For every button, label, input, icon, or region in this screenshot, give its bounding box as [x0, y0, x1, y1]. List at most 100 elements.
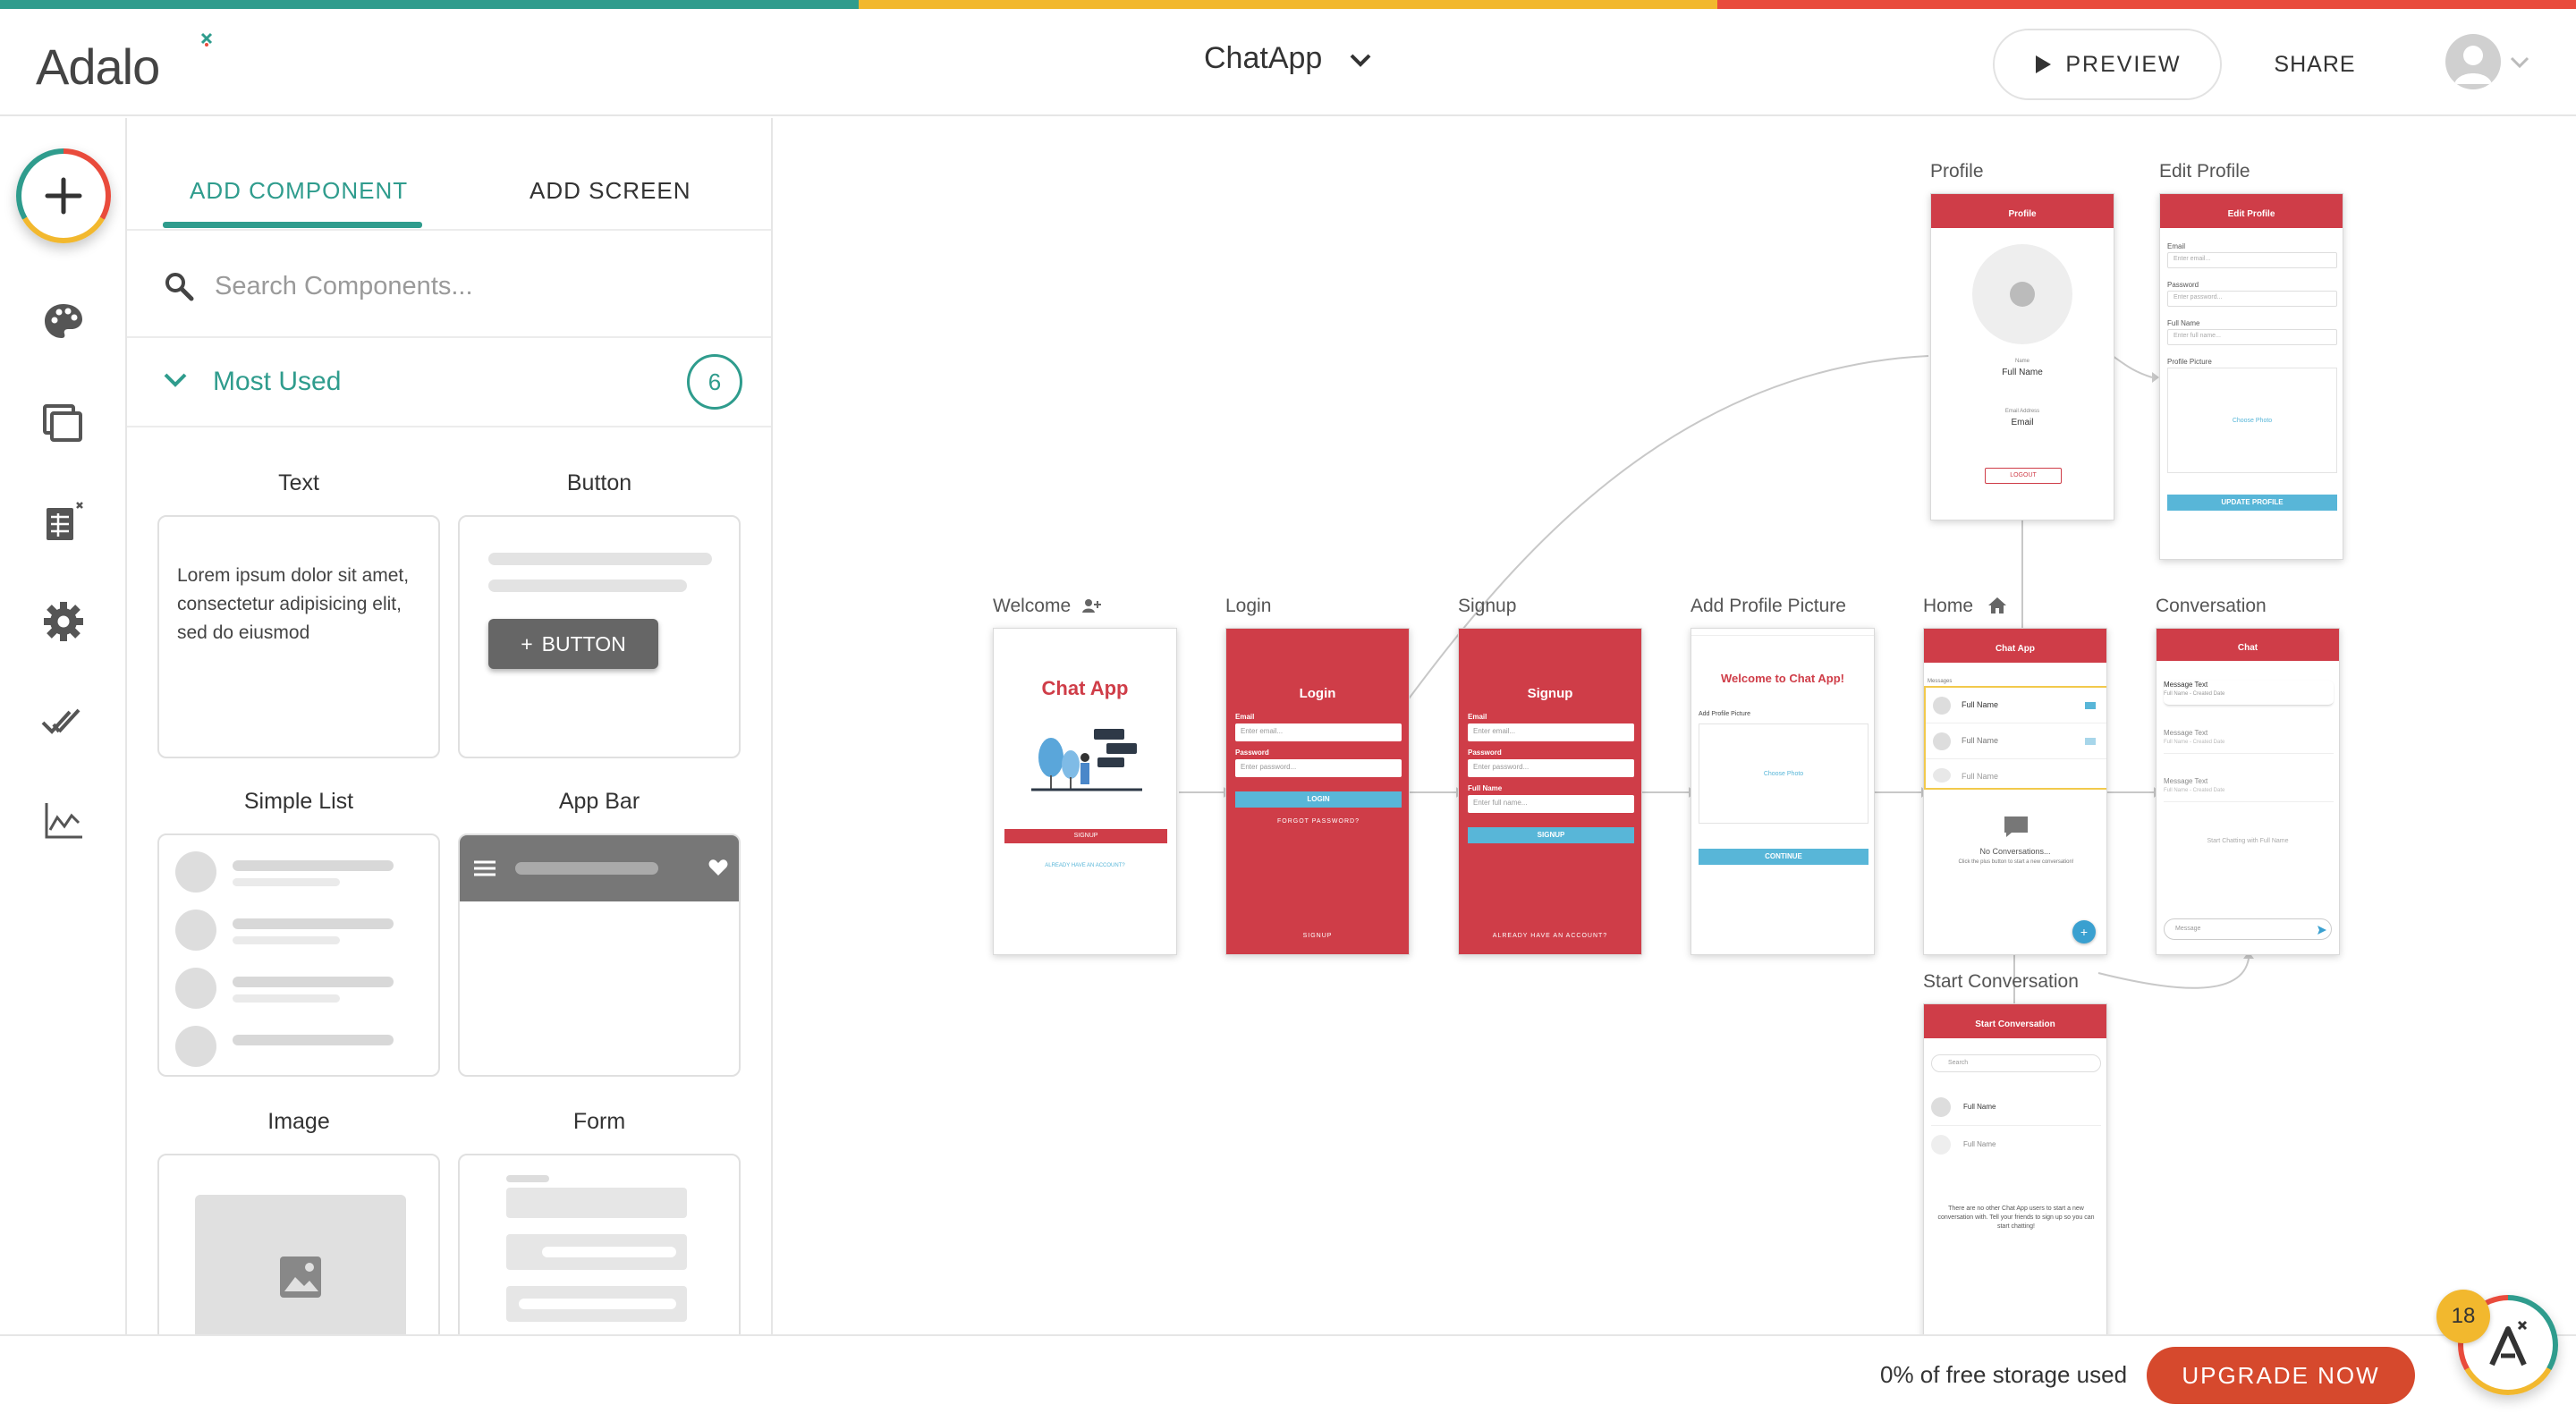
field-label: Full Name	[2167, 319, 2200, 327]
placeholder-line	[488, 580, 687, 592]
checkmarks-icon[interactable]	[39, 698, 88, 746]
email-field: Enter email...	[2167, 252, 2337, 268]
profile-email: Email	[2011, 418, 2034, 427]
user-name: Full Name	[1963, 1140, 1996, 1148]
text-preview: Lorem ipsum dolor sit amet, consectetur …	[177, 565, 410, 643]
divider	[127, 426, 771, 427]
screen-login[interactable]: Login Email Enter email... Password Ente…	[1225, 628, 1410, 955]
send-icon	[2318, 926, 2326, 935]
screen-conversation[interactable]: Chat Message Text Full Name - Created Dat…	[2156, 628, 2340, 955]
gear-icon[interactable]	[39, 597, 88, 646]
search-components-input[interactable]	[215, 263, 716, 309]
chevron-down-icon[interactable]	[163, 370, 188, 390]
conversation-name: Full Name	[1962, 736, 1999, 745]
photo-picker: Choose Photo	[2167, 368, 2337, 473]
field-label: Password	[2167, 281, 2199, 289]
component-card-image[interactable]	[157, 1154, 440, 1334]
screens-icon[interactable]	[39, 399, 88, 447]
user-icon	[2454, 46, 2492, 84]
component-card-simple-list[interactable]	[157, 833, 440, 1077]
tab-add-screen[interactable]: ADD SCREEN	[530, 177, 691, 205]
field-label: Email	[1468, 713, 1487, 721]
heart-icon	[708, 859, 728, 876]
upgrade-now-button[interactable]: UPGRADE NOW	[2147, 1347, 2415, 1404]
empty-note: There are no other Chat App users to sta…	[1937, 1206, 2095, 1230]
welcome-title: Welcome to Chat App!	[1721, 672, 1844, 685]
top-header: Adalo ChatApp PREVIEW SHARE	[0, 9, 2576, 116]
continue-button: CONTINUE	[1699, 849, 1868, 865]
component-card-app-bar[interactable]	[458, 833, 741, 1077]
section-title[interactable]: Most Used	[213, 367, 341, 397]
component-label: Button	[566, 470, 632, 495]
database-icon[interactable]	[39, 497, 88, 546]
screen-add-profile-picture[interactable]: Welcome to Chat App! Add Profile Picture…	[1690, 628, 1875, 955]
password-field: Enter password...	[1235, 759, 1402, 777]
password-field: Enter password...	[2167, 291, 2337, 307]
conversation-name: Full Name	[1962, 700, 1999, 709]
conversation-name: Full Name	[1962, 772, 1999, 781]
plus-icon	[45, 177, 82, 215]
user-avatar[interactable]	[2445, 34, 2501, 89]
component-card-button[interactable]: + BUTTON	[458, 515, 741, 758]
full-name-field: Enter full name...	[2167, 329, 2337, 345]
button-preview-label: BUTTON	[541, 631, 626, 656]
signup-button: SIGNUP	[1004, 829, 1167, 843]
placeholder-line	[488, 553, 712, 565]
screen-profile[interactable]: Profile Name Full Name Email Address Ema…	[1930, 193, 2114, 520]
message-meta: Full Name - Created Date	[2164, 788, 2225, 793]
button-preview: + BUTTON	[488, 619, 658, 669]
component-card-text[interactable]: Lorem ipsum dolor sit amet, consectetur …	[157, 515, 440, 758]
field-label: Add Profile Picture	[1699, 711, 1750, 717]
component-label: Simple List	[243, 789, 354, 814]
screen-start-conversation[interactable]: Start Conversation Search Full Name Full…	[1923, 1003, 2107, 1334]
app-name[interactable]: ChatApp	[1204, 41, 1322, 76]
screen-label: Welcome	[993, 596, 1101, 617]
home-icon	[1987, 597, 2006, 613]
welcome-title: Chat App	[1041, 677, 1129, 699]
palette-icon[interactable]	[39, 297, 88, 345]
home-app-bar: Chat App	[1924, 636, 2106, 663]
screen-edit-profile[interactable]: Edit Profile Email Enter email... Passwo…	[2159, 193, 2343, 560]
field-label: Password	[1235, 749, 1269, 757]
notification-badge[interactable]: 18	[2436, 1290, 2490, 1343]
start-conversation-app-bar: Start Conversation	[1924, 1011, 2106, 1038]
screen-home[interactable]: Chat App Messages Full Name Full Name Fu…	[1923, 628, 2107, 955]
image-preview	[195, 1195, 406, 1334]
message-text: Message Text	[2164, 729, 2208, 737]
signup-button: SIGNUP	[1468, 827, 1634, 843]
screen-signup[interactable]: Signup Email Enter email... Password Ent…	[1458, 628, 1642, 955]
menu-icon	[474, 860, 496, 876]
tab-add-component[interactable]: ADD COMPONENT	[190, 177, 408, 205]
brand-color-stripe	[0, 0, 2576, 9]
add-conversation-icon: +	[2072, 920, 2096, 943]
preview-button[interactable]: PREVIEW	[1993, 29, 2222, 100]
play-icon	[2036, 55, 2052, 73]
add-button[interactable]	[16, 148, 111, 243]
signup-title: Signup	[1527, 686, 1573, 701]
share-button[interactable]: SHARE	[2263, 29, 2367, 100]
screen-welcome[interactable]: Chat App SIGNUP ALREADY HAVE AN ACCOUNT?	[993, 628, 1177, 955]
left-toolbar	[0, 118, 127, 1334]
preview-label: PREVIEW	[2065, 51, 2182, 77]
storage-usage-text: 0% of free storage used	[1880, 1361, 2128, 1388]
chat-illustration-icon	[1031, 729, 1142, 791]
field-label: Full Name	[1468, 784, 1503, 792]
screen-label: Edit Profile	[2159, 161, 2250, 182]
chevron-down-icon[interactable]	[2510, 55, 2529, 70]
message-meta: Full Name - Created Date	[2164, 740, 2225, 745]
active-tab-indicator	[163, 222, 422, 228]
image-icon	[280, 1256, 321, 1298]
screen-label: Profile	[1930, 161, 1984, 182]
chat-bubble-icon	[2004, 816, 2028, 837]
chevron-down-icon[interactable]	[1349, 52, 1372, 70]
profile-photo	[1972, 244, 2072, 344]
profile-name: Full Name	[2002, 368, 2043, 377]
adalo-logo[interactable]: Adalo	[36, 30, 215, 95]
field-label: Password	[1468, 749, 1502, 757]
screens-canvas[interactable]: Welcome Chat App SIGNUP ALREADY HAVE AN …	[775, 118, 2576, 1334]
component-card-form[interactable]	[458, 1154, 741, 1334]
message-input: Message	[2164, 918, 2332, 940]
signup-link: SIGNUP	[1302, 933, 1333, 939]
analytics-icon[interactable]	[39, 796, 88, 844]
screen-label: Add Profile Picture	[1690, 596, 1846, 616]
